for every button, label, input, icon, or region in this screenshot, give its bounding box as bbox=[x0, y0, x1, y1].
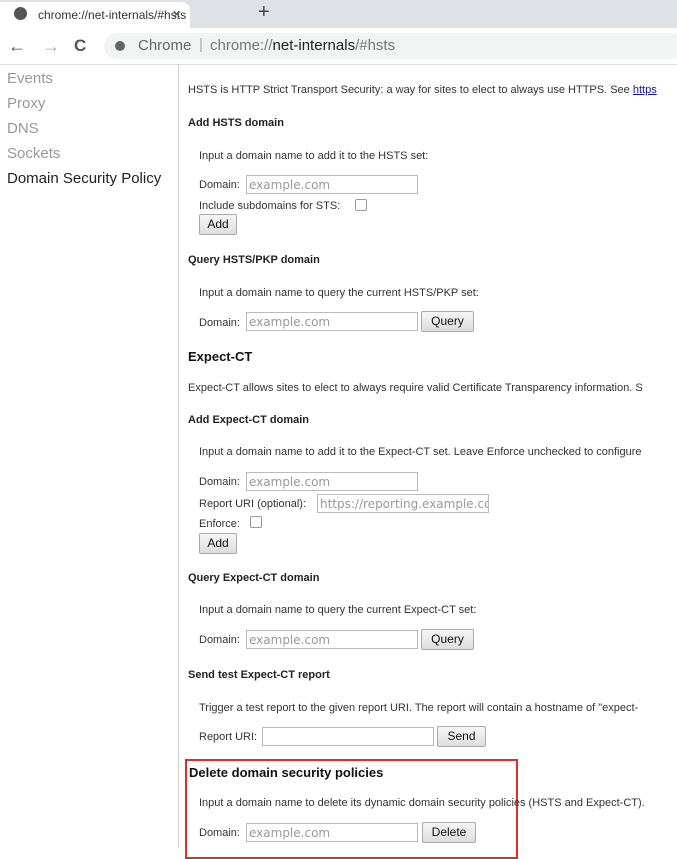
delete-domain-input[interactable]: example.com bbox=[246, 823, 418, 842]
enforce-checkbox[interactable] bbox=[250, 516, 262, 528]
send-ct-report-input[interactable] bbox=[262, 727, 434, 746]
url-prefix: chrome:// bbox=[210, 37, 273, 54]
add-ct-domain-label: Domain: bbox=[199, 476, 240, 488]
chrome-icon bbox=[115, 41, 125, 51]
query-ct-desc: Input a domain name to query the current… bbox=[199, 604, 477, 616]
report-uri-label: Report URI (optional): bbox=[199, 498, 306, 510]
query-ct-domain-input[interactable]: example.com bbox=[246, 630, 418, 649]
chrome-icon bbox=[14, 7, 27, 20]
intro-text: HSTS is HTTP Strict Transport Security: … bbox=[188, 84, 657, 96]
query-ct-domain-label: Domain: bbox=[199, 634, 240, 646]
query-ct-button[interactable]: Query bbox=[421, 629, 474, 650]
sidebar-item-sockets[interactable]: Sockets bbox=[7, 145, 60, 162]
delete-desc: Input a domain name to delete its dynami… bbox=[199, 797, 645, 809]
new-tab-button[interactable]: + bbox=[258, 1, 270, 24]
add-ct-button[interactable]: Add bbox=[199, 533, 237, 554]
tab-net-internals[interactable]: chrome://net-internals/#hsts ✕ bbox=[0, 2, 190, 28]
add-hsts-desc: Input a domain name to add it to the HST… bbox=[199, 150, 429, 162]
enforce-label: Enforce: bbox=[199, 518, 240, 530]
send-ct-desc: Trigger a test report to the given repor… bbox=[199, 702, 639, 714]
query-hsts-title: Query HSTS/PKP domain bbox=[188, 254, 320, 266]
intro-link[interactable]: https bbox=[633, 84, 657, 96]
address-bar[interactable]: Chrome | chrome://net-internals/#hsts bbox=[104, 33, 677, 59]
reload-button[interactable]: C bbox=[74, 36, 86, 56]
add-ct-title: Add Expect-CT domain bbox=[188, 414, 310, 426]
include-subdomains-checkbox[interactable] bbox=[355, 199, 367, 211]
url-host: net-internals bbox=[272, 37, 356, 54]
add-ct-domain-input[interactable]: example.com bbox=[246, 472, 418, 491]
query-ct-title: Query Expect-CT domain bbox=[188, 572, 320, 584]
url: chrome://net-internals/#hsts bbox=[210, 37, 395, 54]
tab-title: chrome://net-internals/#hsts bbox=[38, 8, 187, 22]
add-hsts-domain-label: Domain: bbox=[199, 179, 240, 191]
expect-ct-desc: Expect-CT allows sites to elect to alway… bbox=[188, 382, 643, 394]
expect-ct-title: Expect-CT bbox=[188, 349, 253, 364]
include-subdomains-label: Include subdomains for STS: bbox=[199, 200, 341, 212]
report-uri-input[interactable]: https://reporting.example.cor bbox=[317, 494, 489, 513]
url-path: /#hsts bbox=[355, 37, 396, 54]
query-hsts-button[interactable]: Query bbox=[421, 311, 474, 332]
sidebar-item-events[interactable]: Events bbox=[7, 70, 53, 87]
add-hsts-title: Add HSTS domain bbox=[188, 117, 284, 129]
intro-label: HSTS is HTTP Strict Transport Security: … bbox=[188, 84, 633, 96]
delete-domain-label: Domain: bbox=[199, 827, 240, 839]
back-button[interactable]: ← bbox=[8, 36, 26, 57]
send-ct-title: Send test Expect-CT report bbox=[188, 669, 330, 681]
forward-button[interactable]: → bbox=[42, 36, 60, 57]
query-hsts-domain-input[interactable]: example.com bbox=[246, 312, 418, 331]
delete-title: Delete domain security policies bbox=[189, 765, 384, 780]
sidebar-item-domain-security-policy[interactable]: Domain Security Policy bbox=[7, 170, 161, 187]
close-icon[interactable]: ✕ bbox=[172, 8, 181, 21]
add-hsts-domain-input[interactable]: example.com bbox=[246, 175, 418, 194]
delete-button[interactable]: Delete bbox=[422, 822, 476, 843]
separator: | bbox=[199, 36, 203, 53]
site-label: Chrome bbox=[138, 37, 192, 54]
send-ct-report-label: Report URI: bbox=[199, 731, 258, 743]
add-hsts-button[interactable]: Add bbox=[199, 214, 237, 235]
sidebar-item-proxy[interactable]: Proxy bbox=[7, 95, 45, 112]
query-hsts-domain-label: Domain: bbox=[199, 317, 240, 329]
send-button[interactable]: Send bbox=[437, 726, 486, 747]
sidebar-item-dns[interactable]: DNS bbox=[7, 120, 39, 137]
add-ct-desc: Input a domain name to add it to the Exp… bbox=[199, 446, 642, 458]
query-hsts-desc: Input a domain name to query the current… bbox=[199, 287, 479, 299]
